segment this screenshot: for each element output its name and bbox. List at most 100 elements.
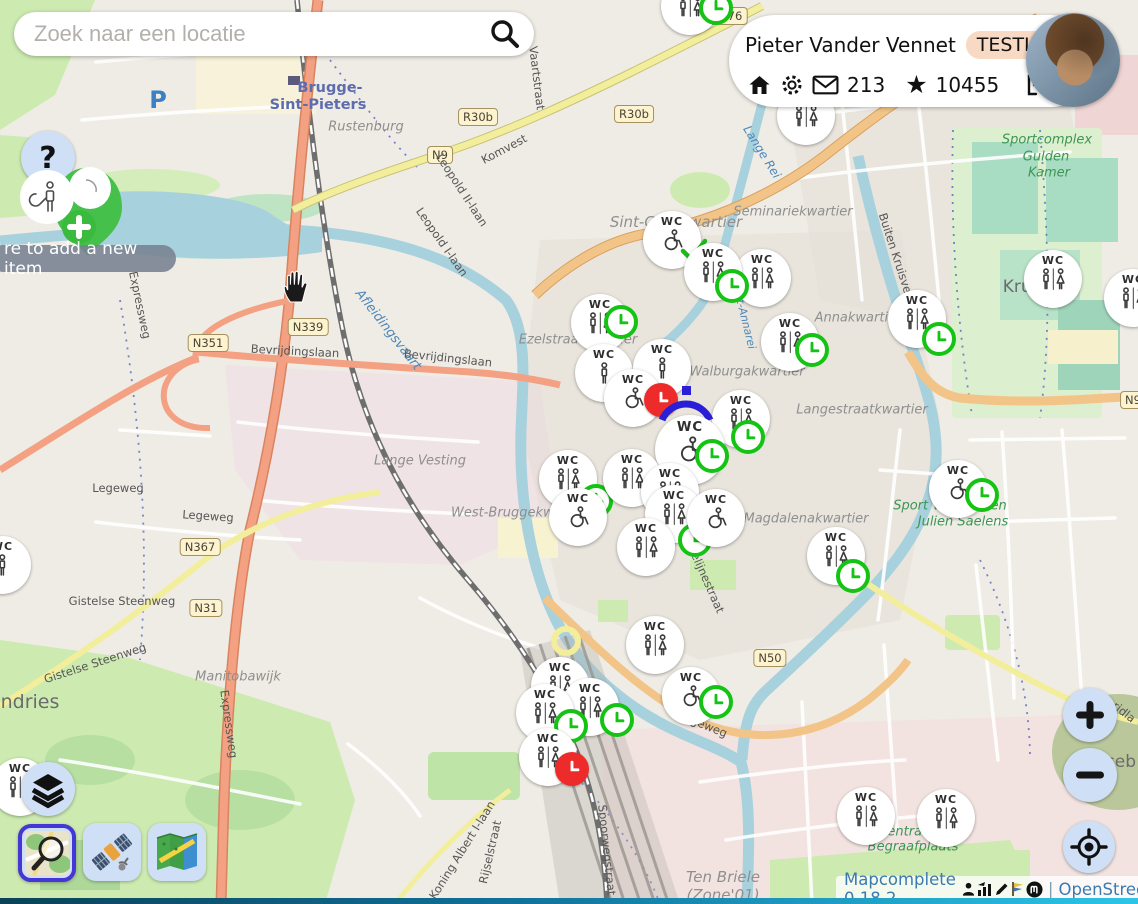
marker-label: WC [663,490,685,501]
clock-open-icon [705,0,727,19]
help-button[interactable]: ? [21,131,75,185]
marker-label: WC [622,374,644,385]
toilet-icon-mw [748,267,777,290]
marker-label: WC [702,248,724,259]
satellite-icon [89,829,135,875]
marker-label: WC [621,454,643,465]
location-search-bar [14,12,534,56]
marker-label: WC [825,532,847,543]
toilet-icon-wheel [619,387,648,410]
marker-label: WC [935,794,957,805]
toilet-icon-wheel [702,507,731,530]
edit-pencil-icon[interactable] [994,881,1010,897]
wc-marker-mw[interactable]: WC [917,789,975,847]
user-avatar[interactable] [1026,13,1120,107]
clock-open-icon [705,691,727,713]
marker-label: WC [644,621,666,632]
opening-hours-badge-open [795,333,829,367]
wc-marker-mw[interactable]: WC [837,787,895,845]
toilet-icon-mw [554,468,583,491]
user-icon[interactable] [961,881,976,897]
clock-open-icon [610,311,632,333]
crosshair-icon [1070,828,1108,866]
user-name: Pieter Vander Vennet [745,33,956,57]
opening-hours-badge-open [604,305,638,339]
toilet-icon-single [0,554,16,577]
help-label: ? [39,141,56,176]
marker-label: WC [680,672,702,683]
wc-marker-mw[interactable]: WC [1024,250,1082,308]
marker-label: WC [579,683,601,694]
opening-hours-badge-open [965,478,999,512]
clock-open-icon [721,275,743,297]
layers-icon [28,769,68,809]
marker-label: WC [730,395,752,406]
toilet-icon-mw [792,105,821,128]
wc-marker-single[interactable]: WC [0,536,31,594]
opening-hours-badge-open [836,559,870,593]
zoom-in-button[interactable] [1063,688,1117,742]
clock-open-icon [971,484,993,506]
osm-carto-thumbnail-icon [24,830,70,876]
geolocate-button[interactable] [1063,821,1115,873]
marker-label: WC [705,494,727,505]
opening-hours-badge-closed [555,752,589,786]
minus-icon [1072,757,1108,793]
clock-open-icon [701,445,723,467]
openstreetmap-link[interactable]: OpenStreetMap [1058,880,1138,899]
marker-label: WC [635,523,657,534]
marker-label: WC [549,662,571,673]
marker-label: WC [779,318,801,329]
flag-icon[interactable] [1011,881,1025,897]
marker-label: WC [537,733,559,744]
wc-marker-mw[interactable]: WC [626,616,684,674]
toilet-icon-mw [852,805,881,828]
layer-button-osm-carto[interactable] [18,824,76,882]
mastodon-icon[interactable] [1026,881,1043,898]
layers-button[interactable] [21,762,75,816]
marker-label: WC [567,493,589,504]
clock-open-icon [928,328,950,350]
marker-label: WC [947,465,969,476]
home-icon[interactable] [747,73,772,97]
zoom-out-button[interactable] [1063,748,1117,802]
marker-label: WC [651,344,673,355]
clock-open-icon [801,339,823,361]
add-item-tooltip: re to add a new item [0,245,176,272]
clock-open-icon [606,709,628,731]
plus-icon [1072,697,1108,733]
marker-label: WC [906,295,928,306]
clock-open-icon [842,565,864,587]
wc-marker-wheel[interactable]: WC [687,489,745,547]
toilet-icon-mw [1039,268,1068,291]
magnifier-icon[interactable] [488,17,522,51]
toilet-icon-mw [932,807,961,830]
marker-label: WC [593,349,615,360]
layer-button-satellite[interactable] [83,823,141,881]
messages-count: 213 [847,73,885,97]
opening-hours-badge-open [699,685,733,719]
wc-marker-mw[interactable]: WC [617,518,675,576]
opening-hours-badge-open [922,322,956,356]
toilet-icon-mw [632,536,661,559]
marker-label: WC [1042,255,1064,266]
search-input[interactable] [32,20,488,48]
gear-icon[interactable] [780,73,804,97]
marker-label: WC [1122,274,1138,285]
opening-hours-badge-open [600,703,634,737]
marker-label: WC [677,421,703,434]
wc-marker-wheel[interactable]: WC [549,488,607,546]
clock-closed-icon [561,758,583,780]
attribution-separator: | [1048,880,1054,899]
toilet-icon-mw [1119,287,1138,310]
clock-open-icon [737,426,759,448]
statistics-icon[interactable] [977,881,993,897]
toilet-icon-wheel [564,506,593,529]
marker-label: WC [751,254,773,265]
wc-marker-mw[interactable]: WC [1104,269,1138,327]
changesets-count: 10455 [936,73,1000,97]
mail-icon[interactable] [812,74,839,96]
layer-button-map-style[interactable] [148,823,206,881]
toilet-icon-mw [641,634,670,657]
marker-label: WC [659,468,681,479]
